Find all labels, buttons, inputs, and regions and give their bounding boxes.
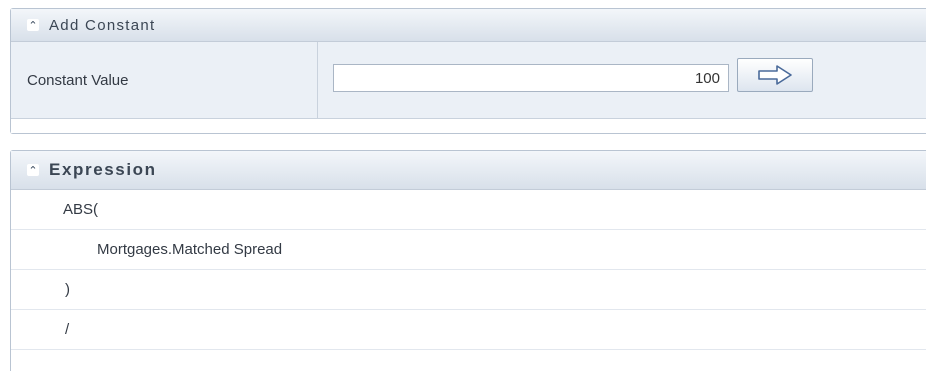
collapse-icon[interactable]: ⌃: [27, 19, 39, 31]
constant-value-label: Constant Value: [27, 42, 318, 118]
expression-title: Expression: [49, 160, 157, 179]
expression-line[interactable]: /: [11, 310, 926, 350]
add-constant-header[interactable]: ⌃ Add Constant: [11, 9, 926, 42]
expression-line[interactable]: Mortgages.Matched Spread: [11, 230, 926, 270]
expression-body: ABS( Mortgages.Matched Spread ) /: [11, 190, 926, 350]
collapse-icon[interactable]: ⌃: [27, 164, 39, 176]
expression-header[interactable]: ⌃ Expression: [11, 151, 926, 190]
expression-line[interactable]: ABS(: [11, 190, 926, 230]
constant-value-input[interactable]: [333, 64, 729, 92]
expression-panel: ⌃ Expression ABS( Mortgages.Matched Spre…: [10, 150, 926, 371]
apply-constant-button[interactable]: [737, 58, 813, 92]
expression-line[interactable]: ): [11, 270, 926, 310]
panel-footer-strip: [11, 119, 926, 133]
arrow-right-icon: [758, 65, 792, 85]
add-constant-title: Add Constant: [49, 16, 156, 34]
constant-value-row: Constant Value: [11, 42, 926, 119]
add-constant-panel: ⌃ Add Constant Constant Value: [10, 8, 926, 134]
